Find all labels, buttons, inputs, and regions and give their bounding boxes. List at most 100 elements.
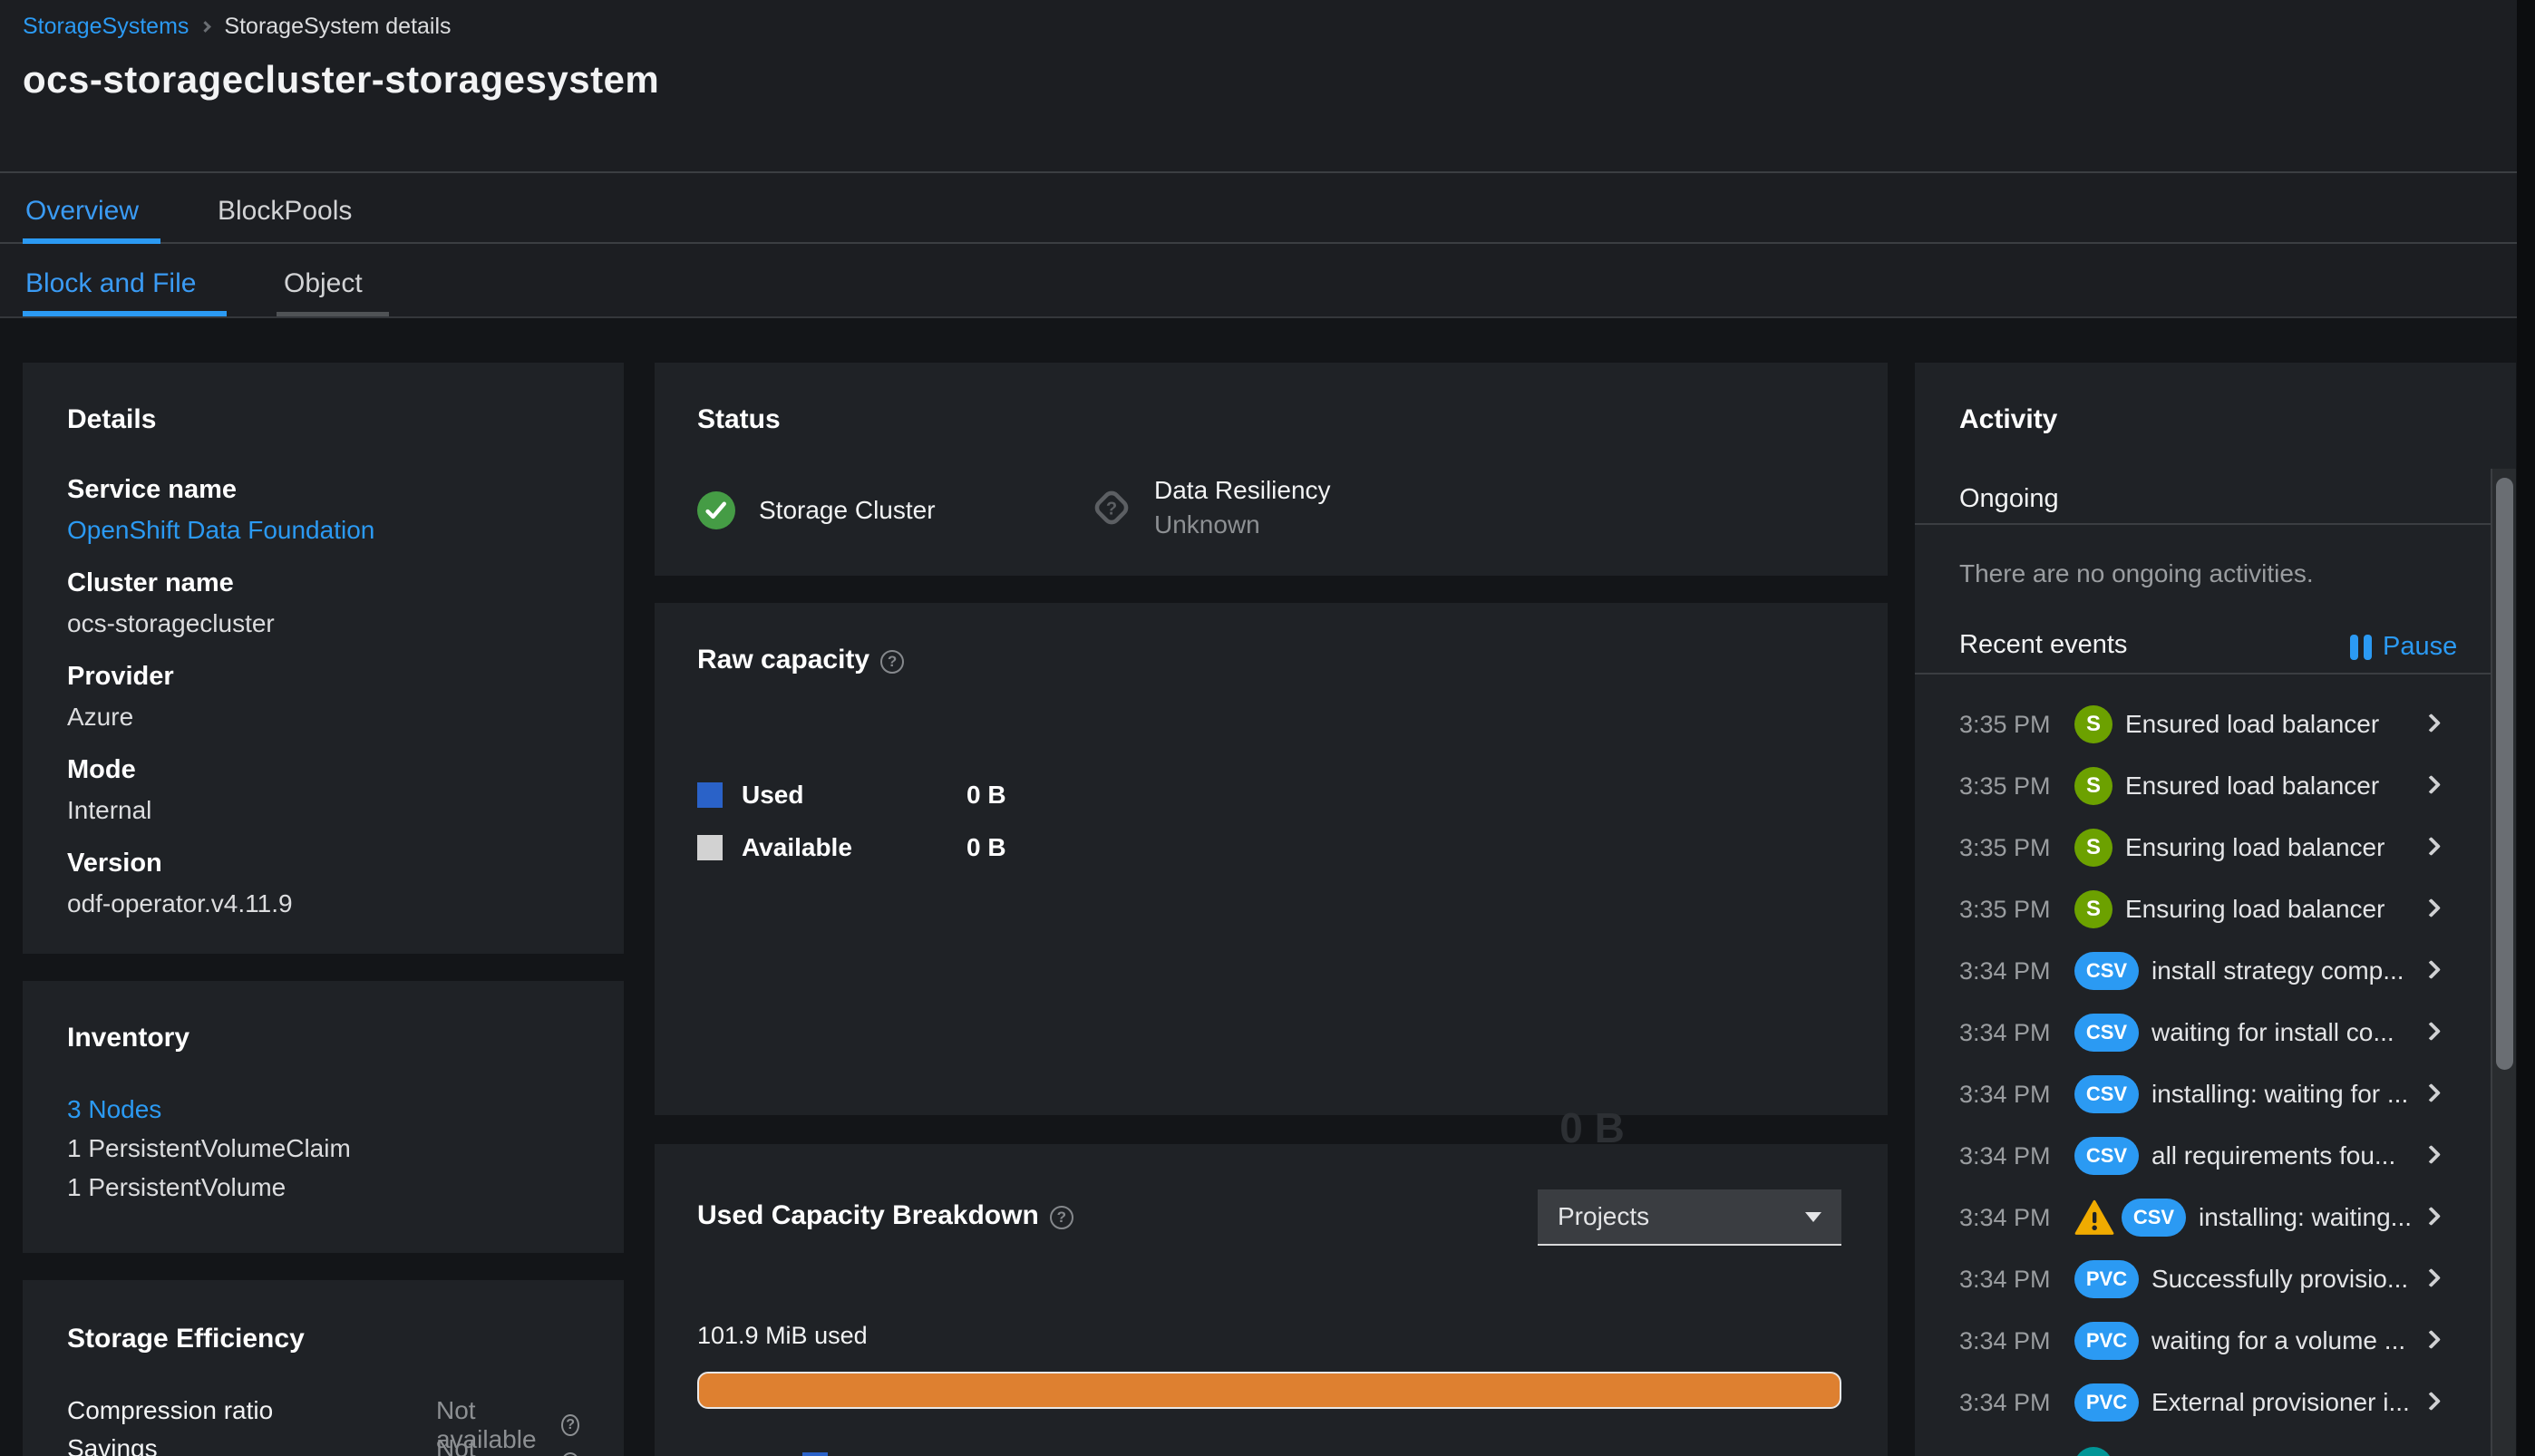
event-row[interactable]: 3:34 PM CSV installing: waiting for ... xyxy=(1915,1063,2491,1125)
chevron-right-icon[interactable] xyxy=(2421,1267,2442,1288)
help-icon[interactable]: ? xyxy=(561,1414,579,1436)
storage-efficiency-card: Storage Efficiency Compression ratio Not… xyxy=(23,1280,624,1456)
help-icon[interactable]: ? xyxy=(880,650,905,674)
tab-overview[interactable]: Overview xyxy=(25,196,139,227)
detail-field-cluster-name: Cluster name ocs-storagecluster xyxy=(67,568,275,637)
ongoing-divider xyxy=(1915,523,2491,525)
raw-capacity-legend: Used 0 B Available 0 B xyxy=(697,775,1845,868)
service-badge: S xyxy=(2074,890,2112,928)
legend-available-row: Available 0 B xyxy=(697,828,1845,868)
event-row[interactable]: 3:35 PM S Ensured load balancer xyxy=(1915,755,2491,817)
activity-title: Activity xyxy=(1959,404,2058,434)
compression-ratio-row: Compression ratio Not available? xyxy=(67,1396,579,1453)
csv-badge: CSV xyxy=(2074,952,2139,990)
help-icon[interactable]: ? xyxy=(561,1452,579,1456)
breakdown-legend-partial xyxy=(802,1452,828,1456)
used-capacity-breakdown-card: Used Capacity Breakdown? Projects 101.9 … xyxy=(655,1144,1888,1456)
help-icon[interactable]: ? xyxy=(1049,1206,1073,1229)
csv-badge: CSV xyxy=(2122,1199,2186,1237)
inventory-card: Inventory 3 Nodes 1 PersistentVolumeClai… xyxy=(23,981,624,1253)
breadcrumb-separator-icon xyxy=(199,21,212,33)
legend-used-row: Used 0 B xyxy=(697,775,1845,815)
csv-badge: CSV xyxy=(2074,1137,2139,1175)
header-divider xyxy=(0,171,2535,173)
storage-efficiency-title: Storage Efficiency xyxy=(67,1324,305,1354)
details-title: Details xyxy=(67,404,157,434)
ongoing-heading: Ongoing xyxy=(1959,484,2059,513)
page-header xyxy=(0,0,2535,318)
raw-capacity-card: Raw capacity? Used 0 B Available 0 B 0 B… xyxy=(655,603,1888,1204)
recent-events-list: 3:35 PM S Ensured load balancer 3:35 PM … xyxy=(1915,694,2491,1433)
events-scrollbar-track[interactable] xyxy=(2491,469,2516,1456)
subtabs-divider xyxy=(0,316,2535,318)
event-row[interactable]: 3:35 PM S Ensuring load balancer xyxy=(1915,878,2491,940)
events-scrollbar-thumb[interactable] xyxy=(2496,478,2513,1070)
event-row[interactable]: 3:34 PM CSV waiting for install co... xyxy=(1915,1002,2491,1063)
detail-field-service-name: Service name OpenShift Data Foundation xyxy=(67,475,579,545)
unknown-icon: ? xyxy=(1094,490,1129,525)
tab-object-underline xyxy=(277,312,389,316)
recent-events-heading: Recent events xyxy=(1959,630,2128,659)
event-row[interactable]: 3:35 PM S Ensured load balancer xyxy=(1915,694,2491,755)
activity-card: Activity Ongoing There are no ongoing ac… xyxy=(1915,363,2516,1456)
inventory-nodes-link[interactable]: 3 Nodes xyxy=(67,1090,579,1129)
recent-events-divider xyxy=(1915,673,2491,675)
service-badge: S xyxy=(2074,705,2112,743)
breakdown-by-dropdown[interactable]: Projects xyxy=(1538,1189,1841,1246)
chevron-right-icon[interactable] xyxy=(2421,1021,2442,1042)
chevron-right-icon[interactable] xyxy=(2421,774,2442,795)
inventory-pv: 1 PersistentVolume xyxy=(67,1173,287,1201)
tab-blockpools[interactable]: BlockPools xyxy=(218,196,352,227)
used-capacity-bar xyxy=(697,1372,1841,1409)
tab-object[interactable]: Object xyxy=(284,268,363,299)
event-row[interactable]: 3:34 PM CSV all requirements fou... xyxy=(1915,1125,2491,1187)
service-badge: S xyxy=(2074,829,2112,867)
event-row[interactable]: 3:34 PM CSV install strategy comp... xyxy=(1915,940,2491,1002)
chevron-right-icon[interactable] xyxy=(2421,713,2442,733)
csv-badge: CSV xyxy=(2074,1014,2139,1052)
event-row[interactable]: 3:34 PM CSV installing: waiting... xyxy=(1915,1187,2491,1248)
inventory-title: Inventory xyxy=(67,1023,190,1053)
pvc-badge: PVC xyxy=(2074,1322,2139,1360)
event-row[interactable]: 3:34 PM PVC External provisioner i... xyxy=(1915,1372,2491,1433)
pause-icon xyxy=(2350,634,2372,660)
chevron-right-icon[interactable] xyxy=(2421,1329,2442,1350)
breadcrumb: StorageSystems StorageSystem details xyxy=(23,14,452,40)
chevron-right-icon[interactable] xyxy=(2421,898,2442,918)
savings-row: Savings Not available? xyxy=(67,1434,579,1456)
chevron-right-icon[interactable] xyxy=(2421,1206,2442,1227)
pvc-badge: PVC xyxy=(2074,1260,2139,1298)
chevron-right-icon[interactable] xyxy=(2421,836,2442,857)
breadcrumb-current: StorageSystem details xyxy=(224,14,452,39)
pause-button[interactable]: Pause xyxy=(2350,632,2457,662)
chevron-right-icon[interactable] xyxy=(2421,1144,2442,1165)
breadcrumb-storagesystems-link[interactable]: StorageSystems xyxy=(23,14,189,40)
used-swatch xyxy=(697,782,723,808)
chevron-right-icon[interactable] xyxy=(2421,959,2442,980)
status-card: Status Storage Cluster ? Data Resiliency… xyxy=(655,363,1888,576)
ongoing-empty-message: There are no ongoing activities. xyxy=(1959,559,2314,587)
data-resiliency-status: ? Data Resiliency Unknown xyxy=(1093,476,1331,539)
event-row[interactable]: 3:35 PM S Ensuring load balancer xyxy=(1915,817,2491,878)
tab-block-and-file[interactable]: Block and File xyxy=(25,268,196,299)
success-check-icon xyxy=(697,491,735,529)
detail-field-mode: Mode Internal xyxy=(67,755,152,824)
used-capacity-breakdown-title: Used Capacity Breakdown xyxy=(697,1200,1039,1230)
storagesystem-details-page: StorageSystems StorageSystem details ocs… xyxy=(0,0,2535,1456)
svg-text:?: ? xyxy=(1106,499,1117,519)
raw-capacity-title: Raw capacity xyxy=(697,645,870,675)
available-swatch xyxy=(697,835,723,860)
chevron-down-icon xyxy=(1805,1211,1821,1222)
page-title: ocs-storagecluster-storagesystem xyxy=(23,58,660,101)
event-row[interactable]: 3:34 PM PVC waiting for a volume ... xyxy=(1915,1310,2491,1372)
service-badge: S xyxy=(2074,767,2112,805)
detail-field-provider: Provider Azure xyxy=(67,662,174,731)
chevron-right-icon[interactable] xyxy=(2421,1391,2442,1412)
status-title: Status xyxy=(697,404,781,434)
event-row[interactable]: 3:34 PM PVC Successfully provisio... xyxy=(1915,1248,2491,1310)
service-name-link[interactable]: OpenShift Data Foundation xyxy=(67,516,579,545)
storage-cluster-status: Storage Cluster xyxy=(697,491,936,529)
inventory-pvc: 1 PersistentVolumeClaim xyxy=(67,1134,351,1162)
chevron-right-icon[interactable] xyxy=(2421,1082,2442,1103)
detail-field-version: Version odf-operator.v4.11.9 xyxy=(67,849,293,917)
